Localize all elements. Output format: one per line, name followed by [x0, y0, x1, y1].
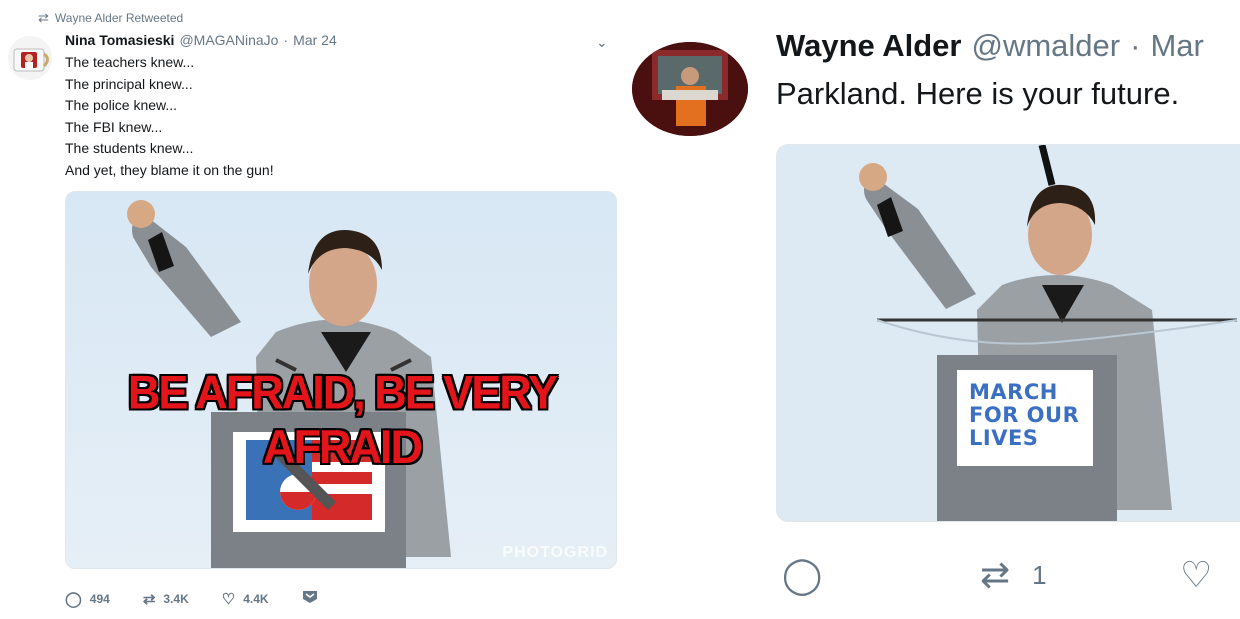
- author-name[interactable]: Wayne Alder: [776, 28, 961, 64]
- author-name[interactable]: Nina Tomasieski: [65, 32, 174, 48]
- tweet-image[interactable]: BE AFRAID, BE VERY AFRAID PHOTOGRID: [65, 191, 617, 569]
- tweet-text: The teachers knew... The principal knew.…: [65, 52, 274, 182]
- tweet-date[interactable]: Mar 24: [293, 32, 337, 48]
- separator: ·: [283, 32, 289, 48]
- tweet-line: The FBI knew...: [65, 118, 163, 135]
- retweet-label[interactable]: Wayne Alder Retweeted: [55, 11, 183, 25]
- tweet-line: And yet, they blame it on the gun!: [65, 161, 274, 178]
- reply-icon: ◯: [782, 554, 823, 595]
- reply-count: 494: [89, 592, 110, 606]
- sign-line: LIVES: [969, 426, 1039, 450]
- retweet-count: 1: [1032, 559, 1047, 590]
- tweet-actions: ◯ 494 ⇄ 3.4K ♡ 4.4K: [65, 590, 351, 608]
- retweet-icon: ⇄: [142, 591, 156, 608]
- tweet-line: The students knew...: [65, 140, 194, 157]
- tweet-date[interactable]: Mar: [1150, 28, 1203, 64]
- like-button[interactable]: ♡: [1180, 554, 1212, 596]
- reply-icon: ◯: [65, 591, 82, 608]
- tweet-line: The principal knew...: [65, 75, 193, 92]
- tweet-header: Wayne Alder @wmalder · Mar: [776, 28, 1204, 64]
- retweet-button[interactable]: ⇄ 1: [980, 554, 1047, 596]
- like-count: 4.4K: [243, 592, 269, 606]
- author-handle[interactable]: @wmalder: [971, 28, 1120, 64]
- like-icon: ♡: [221, 591, 236, 608]
- chevron-down-icon[interactable]: ⌄: [596, 34, 608, 51]
- watermark: PHOTOGRID: [502, 544, 608, 561]
- retweet-button[interactable]: ⇄ 3.4K: [143, 590, 189, 608]
- tweet-header: Nina Tomasieski @MAGANinaJo · Mar 24: [65, 32, 337, 48]
- retweet-count: 3.4K: [163, 592, 189, 606]
- retweet-icon: ⇄: [38, 10, 49, 25]
- sign-line: FOR OUR: [969, 403, 1080, 427]
- tweet-line: The police knew...: [65, 97, 178, 114]
- image-caption: BE AFRAID, BE VERY AFRAID: [127, 365, 558, 474]
- author-handle[interactable]: @MAGANinaJo: [179, 32, 278, 48]
- tweet-text: Parkland. Here is your future.: [776, 76, 1180, 111]
- dm-button[interactable]: [302, 590, 318, 608]
- tweet-line: The teachers knew...: [65, 54, 195, 70]
- right-tweet-panel: Wayne Alder @wmalder · Mar Parkland. Her…: [630, 0, 1240, 619]
- left-tweet-panel: ⇄ Wayne Alder Retweeted Nina Tomasieski …: [0, 0, 620, 619]
- tweet-image[interactable]: MARCH FOR OUR LIVES: [776, 144, 1240, 522]
- sign: MARCH FOR OUR LIVES: [969, 381, 1079, 450]
- divider: [620, 0, 630, 619]
- like-button[interactable]: ♡ 4.4K: [222, 590, 269, 608]
- retweet-icon: ⇄: [980, 554, 1011, 595]
- reply-button[interactable]: ◯ 494: [65, 590, 110, 608]
- sign-line: MARCH: [969, 380, 1058, 404]
- like-icon: ♡: [1180, 554, 1213, 595]
- avatar[interactable]: [632, 42, 748, 136]
- retweet-context: ⇄ Wayne Alder Retweeted: [38, 10, 183, 26]
- separator: ·: [1130, 28, 1141, 63]
- reply-button[interactable]: ◯: [782, 554, 822, 596]
- dm-icon: [302, 590, 318, 608]
- avatar[interactable]: [8, 36, 52, 80]
